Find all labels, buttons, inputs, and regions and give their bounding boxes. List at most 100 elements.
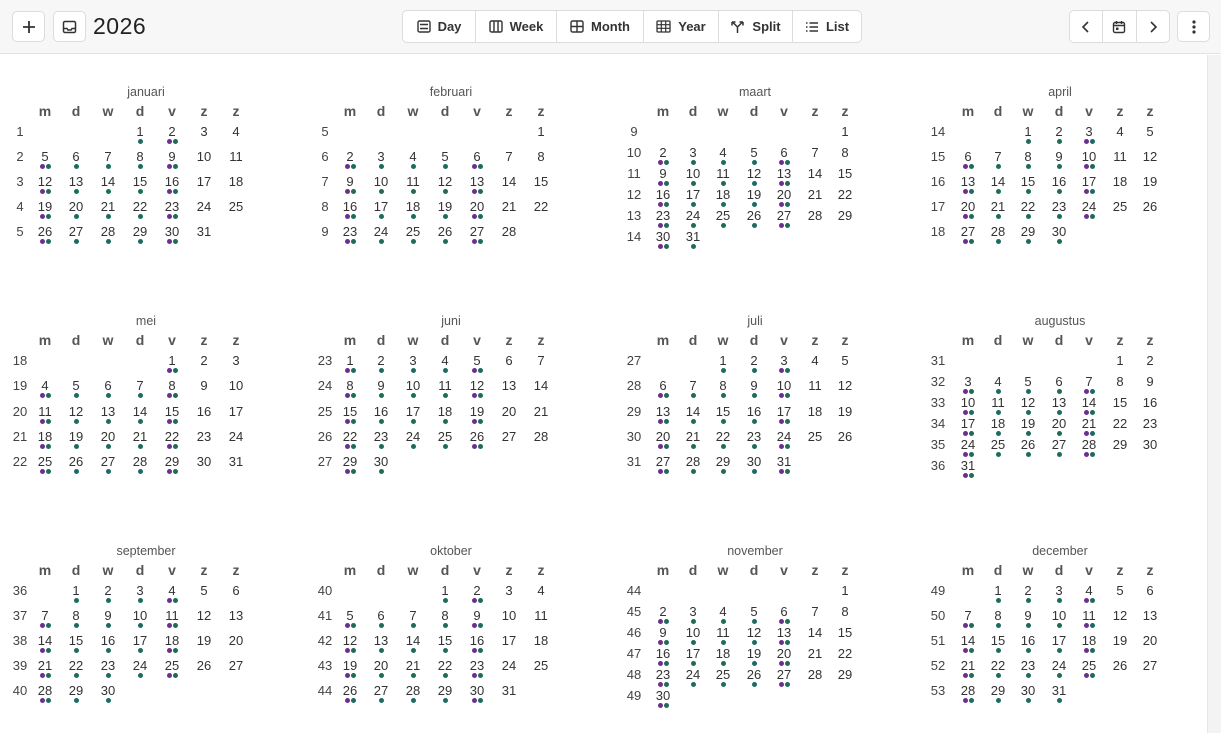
day-number[interactable]: 21 xyxy=(808,646,822,661)
day-cell[interactable]: 16 xyxy=(93,633,123,653)
day-number[interactable]: 30 xyxy=(470,683,484,698)
day-cell[interactable]: 31 xyxy=(769,454,799,474)
day-number[interactable]: 4 xyxy=(537,583,544,598)
day-number[interactable]: 23 xyxy=(1052,199,1066,214)
day-number[interactable]: 31 xyxy=(197,224,211,239)
day-number[interactable]: 7 xyxy=(994,149,1001,164)
day-number[interactable]: 26 xyxy=(747,667,761,682)
day-number[interactable]: 27 xyxy=(502,429,516,444)
day-cell[interactable]: 7 xyxy=(526,353,556,373)
day-number[interactable]: 14 xyxy=(991,174,1005,189)
day-number[interactable]: 12 xyxy=(470,378,484,393)
day-cell[interactable]: 18 xyxy=(398,199,428,219)
day-cell[interactable]: 24 xyxy=(678,208,708,228)
day-number[interactable]: 25 xyxy=(534,658,548,673)
day-number[interactable]: 21 xyxy=(38,658,52,673)
day-cell[interactable]: 8 xyxy=(983,608,1013,628)
day-number[interactable]: 31 xyxy=(1052,683,1066,698)
day-number[interactable]: 23 xyxy=(470,658,484,673)
day-cell[interactable]: 31 xyxy=(678,229,708,249)
day-number[interactable]: 13 xyxy=(777,166,791,181)
day-number[interactable]: 28 xyxy=(38,683,52,698)
day-cell[interactable]: 27 xyxy=(494,429,524,449)
day-number[interactable]: 21 xyxy=(101,199,115,214)
day-cell[interactable]: 26 xyxy=(1013,437,1043,457)
day-cell[interactable]: 26 xyxy=(462,429,492,449)
day-number[interactable]: 7 xyxy=(41,608,48,623)
day-cell[interactable]: 9 xyxy=(648,166,678,186)
day-number[interactable]: 7 xyxy=(409,608,416,623)
day-number[interactable]: 9 xyxy=(473,608,480,623)
day-number[interactable]: 22 xyxy=(69,658,83,673)
day-number[interactable]: 15 xyxy=(1113,395,1127,410)
day-number[interactable]: 11 xyxy=(534,608,548,623)
day-number[interactable]: 8 xyxy=(841,145,848,160)
day-number[interactable]: 16 xyxy=(197,404,211,419)
day-cell[interactable]: 30 xyxy=(1044,224,1074,244)
day-cell[interactable]: 25 xyxy=(430,429,460,449)
day-cell[interactable]: 11 xyxy=(30,404,60,424)
day-cell[interactable]: 10 xyxy=(366,174,396,194)
day-cell[interactable]: 16 xyxy=(739,404,769,424)
day-cell[interactable]: 1 xyxy=(125,124,155,144)
day-number[interactable]: 6 xyxy=(72,149,79,164)
day-number[interactable]: 30 xyxy=(656,229,670,244)
day-number[interactable]: 4 xyxy=(1085,583,1092,598)
day-number[interactable]: 25 xyxy=(716,208,730,223)
day-cell[interactable]: 1 xyxy=(983,583,1013,603)
day-cell[interactable]: 4 xyxy=(157,583,187,603)
day-cell[interactable]: 23 xyxy=(1135,416,1165,436)
day-cell[interactable]: 29 xyxy=(1013,224,1043,244)
day-cell[interactable]: 11 xyxy=(157,608,187,628)
day-cell[interactable]: 3 xyxy=(366,149,396,169)
day-number[interactable]: 27 xyxy=(656,454,670,469)
day-cell[interactable]: 28 xyxy=(125,454,155,474)
day-number[interactable]: 18 xyxy=(438,404,452,419)
day-cell[interactable]: 14 xyxy=(1074,395,1104,415)
day-number[interactable]: 18 xyxy=(406,199,420,214)
day-number[interactable]: 6 xyxy=(473,149,480,164)
day-number[interactable]: 17 xyxy=(961,416,975,431)
day-cell[interactable]: 1 xyxy=(430,583,460,603)
day-cell[interactable]: 6 xyxy=(494,353,524,373)
day-number[interactable]: 23 xyxy=(656,208,670,223)
day-number[interactable]: 28 xyxy=(686,454,700,469)
day-cell[interactable]: 19 xyxy=(739,187,769,207)
day-number[interactable]: 9 xyxy=(659,625,666,640)
day-cell[interactable]: 7 xyxy=(953,608,983,628)
day-cell[interactable]: 15 xyxy=(157,404,187,424)
day-cell[interactable]: 29 xyxy=(830,667,860,687)
day-number[interactable]: 17 xyxy=(374,199,388,214)
day-number[interactable]: 15 xyxy=(438,633,452,648)
day-cell[interactable]: 20 xyxy=(61,199,91,219)
day-cell[interactable]: 27 xyxy=(61,224,91,244)
day-cell[interactable]: 14 xyxy=(953,633,983,653)
day-number[interactable]: 30 xyxy=(197,454,211,469)
day-number[interactable]: 2 xyxy=(377,353,384,368)
day-cell[interactable]: 14 xyxy=(800,625,830,645)
day-number[interactable]: 7 xyxy=(811,604,818,619)
day-cell[interactable]: 12 xyxy=(830,378,860,398)
day-number[interactable]: 11 xyxy=(716,166,730,181)
day-number[interactable]: 16 xyxy=(747,404,761,419)
day-number[interactable]: 9 xyxy=(377,378,384,393)
day-cell[interactable]: 20 xyxy=(221,633,251,653)
day-number[interactable]: 20 xyxy=(777,646,791,661)
day-number[interactable]: 25 xyxy=(165,658,179,673)
day-cell[interactable]: 27 xyxy=(462,224,492,244)
day-cell[interactable]: 6 xyxy=(462,149,492,169)
day-cell[interactable]: 28 xyxy=(526,429,556,449)
day-cell[interactable]: 5 xyxy=(462,353,492,373)
day-number[interactable]: 13 xyxy=(101,404,115,419)
day-cell[interactable]: 22 xyxy=(335,429,365,449)
day-number[interactable]: 4 xyxy=(441,353,448,368)
day-number[interactable]: 3 xyxy=(780,353,787,368)
day-number[interactable]: 21 xyxy=(406,658,420,673)
day-number[interactable]: 8 xyxy=(994,608,1001,623)
day-number[interactable]: 29 xyxy=(838,667,852,682)
day-number[interactable]: 1 xyxy=(841,124,848,139)
day-number[interactable]: 17 xyxy=(1052,633,1066,648)
day-number[interactable]: 12 xyxy=(1021,395,1035,410)
day-number[interactable]: 28 xyxy=(406,683,420,698)
day-number[interactable]: 6 xyxy=(659,378,666,393)
